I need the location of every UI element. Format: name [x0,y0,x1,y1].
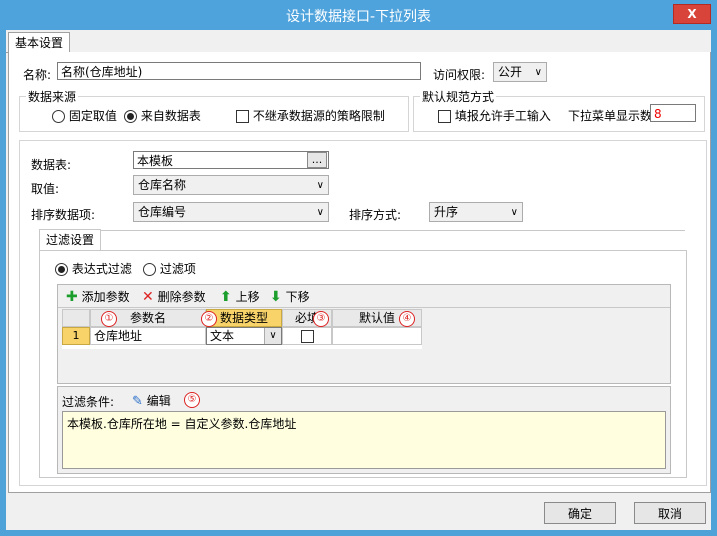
data-type-select[interactable]: 文本 ∨ [206,327,282,345]
chevron-down-icon: ∨ [534,67,542,78]
radio-icon [52,110,65,123]
badge-2: ② [201,311,217,327]
edit-icon: ✎ [132,394,143,409]
col-default-value[interactable]: 默认值 ④ [332,309,422,327]
value-select[interactable]: 仓库名称 ∨ [133,175,329,195]
required-cell[interactable] [282,327,332,345]
default-spec-group: 默认规范方式 填报允许手工输入 下拉菜单显示数 8 [413,88,705,132]
sort-field-select-value: 仓库编号 [138,205,187,219]
delete-param-button[interactable]: ✕ 删除参数 [142,288,206,305]
chevron-down-icon: ∨ [264,328,281,344]
checkbox-icon [236,110,249,123]
sort-mode-label: 排序方式: [349,208,402,222]
radio-checked-icon [124,110,137,123]
col-data-type[interactable]: ② 数据类型 [201,309,282,327]
radio-from-table[interactable]: 来自数据表 [124,107,201,124]
table-input[interactable]: 本模板 [133,151,329,169]
radio-filter-item-label: 过滤项 [159,262,196,276]
no-inherit-label: 不继承数据源的策略限制 [252,109,385,123]
edit-label: 编辑 [146,394,171,408]
add-param-label: 添加参数 [81,290,130,304]
radio-from-table-label: 来自数据表 [140,109,201,123]
access-select[interactable]: 公开 ∨ [493,62,547,82]
radio-filter-item[interactable]: 过滤项 [143,260,196,277]
window-title: 设计数据接口-下拉列表 [285,9,432,25]
delete-param-label: 删除参数 [157,290,206,304]
checkbox-icon [438,110,451,123]
default-spec-legend: 默认规范方式 [420,88,497,105]
ok-button[interactable]: 确定 [544,502,616,524]
table-label: 数据表: [31,158,72,172]
sort-field-label: 排序数据项: [31,208,96,222]
move-up-button[interactable]: ⬆ 上移 [220,288,260,305]
tab-filter-settings[interactable]: 过滤设置 [39,229,102,252]
tab-page: 名称: 名称(仓库地址) 访问权限: 公开 ∨ 数据来源 固定取值 来自数据表 [8,52,711,493]
add-param-button[interactable]: ✚ 添加参数 [66,288,130,305]
allow-manual-label: 填报允许手工输入 [454,109,551,123]
move-down-button[interactable]: ⬇ 下移 [270,288,310,305]
default-value-cell[interactable] [332,327,422,345]
delete-x-icon: ✕ [142,289,154,305]
condition-textarea[interactable]: 本模板.仓库所在地 = 自定义参数.仓库地址 [62,411,666,469]
tab-basic-settings[interactable]: 基本设置 [8,32,71,53]
condition-area: 过滤条件: ✎ 编辑 ⑤ 本模板.仓库所在地 = 自定义参数.仓库地址 [57,386,671,474]
dropdown-count-input[interactable]: 8 [650,104,696,122]
radio-fixed-value[interactable]: 固定取值 [52,107,117,124]
badge-5: ⑤ [184,392,200,408]
no-inherit-checkbox[interactable]: 不继承数据源的策略限制 [236,107,385,124]
name-label: 名称: [23,68,52,82]
chevron-down-icon: ∨ [316,207,324,218]
radio-expression-label: 表达式过滤 [71,262,132,276]
col-data-type-label: 数据类型 [219,311,268,325]
edit-button[interactable]: ✎ 编辑 [132,392,171,409]
sort-mode-select[interactable]: 升序 ∨ [429,202,523,222]
arrow-up-icon: ⬆ [220,289,232,305]
value-select-value: 仓库名称 [138,178,187,192]
title-bar: 设计数据接口-下拉列表 X [0,0,717,30]
close-button[interactable]: X [673,4,711,24]
data-source-group: 数据来源 固定取值 来自数据表 不继承数据源的策略限制 [19,88,409,132]
radio-checked-icon [55,263,68,276]
param-toolbar: ✚ 添加参数 ✕ 删除参数 ⬆ 上移 ⬇ 下移 [58,285,670,308]
move-down-label: 下移 [285,290,310,304]
dialog-window: 设计数据接口-下拉列表 X 基本设置 名称: 名称(仓库地址) 访问权限: 公开… [0,0,717,536]
dialog-body: 基本设置 名称: 名称(仓库地址) 访问权限: 公开 ∨ 数据来源 固定取值 来… [6,30,711,530]
arrow-down-icon: ⬇ [270,289,282,305]
cancel-button[interactable]: 取消 [634,502,706,524]
data-source-legend: 数据来源 [26,88,79,105]
badge-4: ④ [399,311,415,327]
sort-field-select[interactable]: 仓库编号 ∨ [133,202,329,222]
row-index: 1 [62,327,90,345]
badge-3: ③ [313,311,329,327]
condition-label: 过滤条件: [62,395,115,409]
required-checkbox[interactable] [300,330,314,343]
grid-corner [62,309,90,327]
col-param-name[interactable]: ① 参数名 [90,309,206,327]
data-type-value: 文本 [210,329,235,343]
allow-manual-checkbox[interactable]: 填报允许手工输入 [438,107,551,124]
col-param-name-label: 参数名 [129,311,166,325]
access-select-value: 公开 [498,65,523,79]
chevron-down-icon: ∨ [510,207,518,218]
col-default-value-label: 默认值 [358,311,395,325]
radio-icon [143,263,156,276]
move-up-label: 上移 [235,290,260,304]
badge-1: ① [101,311,117,327]
plus-icon: ✚ [66,289,78,305]
value-label: 取值: [31,182,60,196]
browse-button[interactable]: ... [307,152,327,168]
filter-tab-line [39,230,685,231]
tab-bar: 基本设置 [6,32,711,53]
access-label: 访问权限: [433,68,486,82]
radio-expression-filter[interactable]: 表达式过滤 [55,260,132,277]
name-input[interactable]: 名称(仓库地址) [57,62,421,80]
param-grid: ① 参数名 ② 数据类型 必填 ③ 默认值 ④ 1 仓库地址 文本 ∨ [62,309,422,349]
param-area: ✚ 添加参数 ✕ 删除参数 ⬆ 上移 ⬇ 下移 ① 参数名 ② 数据类型 必填 … [57,284,671,384]
dropdown-count-label: 下拉菜单显示数 [568,109,653,123]
radio-fixed-label: 固定取值 [68,109,117,123]
col-required[interactable]: 必填 ③ [282,309,332,327]
sort-mode-select-value: 升序 [434,205,459,219]
param-name-cell[interactable]: 仓库地址 [90,327,206,345]
chevron-down-icon: ∨ [316,180,324,191]
